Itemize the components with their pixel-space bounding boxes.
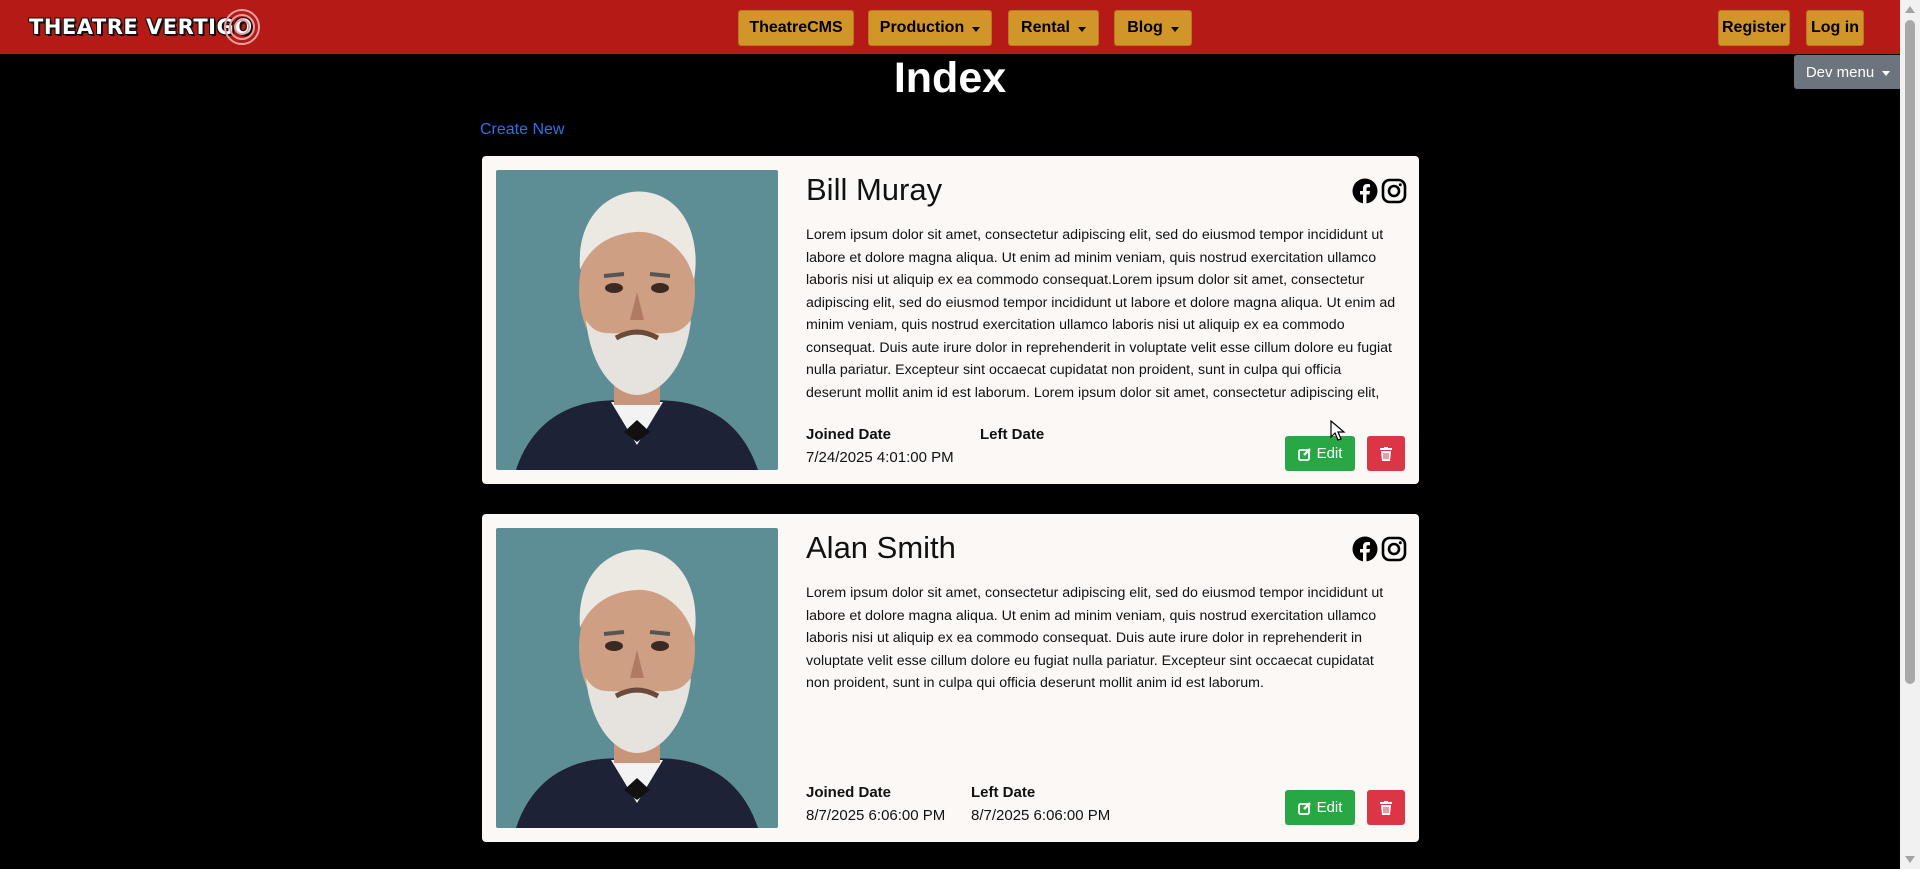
nav-rental-label: Rental	[1021, 19, 1070, 36]
portrait-image	[496, 528, 778, 828]
member-name: Alan Smith	[806, 530, 956, 565]
nav-theatrecms[interactable]: TheatreCMS	[738, 10, 854, 46]
edit-button[interactable]: Edit	[1285, 790, 1355, 825]
trash-icon	[1380, 800, 1392, 815]
login-label: Log in	[1811, 19, 1859, 36]
trash-icon	[1380, 446, 1392, 461]
left-date-label: Left Date	[980, 426, 1045, 443]
member-portrait	[496, 170, 778, 470]
scroll-thumb[interactable]	[1905, 20, 1915, 684]
navbar: THEATRE VERTIGO TheatreCMS Production Re…	[0, 0, 1900, 54]
edit-icon	[1297, 447, 1311, 461]
nav-blog-label: Blog	[1127, 19, 1163, 36]
register-button[interactable]: Register	[1718, 10, 1790, 46]
logo-rings-icon	[223, 9, 260, 45]
left-date-label: Left Date	[971, 784, 1036, 801]
member-portrait	[496, 528, 778, 828]
nav-production-label: Production	[879, 19, 965, 36]
login-button[interactable]: Log in	[1806, 10, 1864, 46]
joined-date-value: 8/7/2025 6:06:00 PM	[806, 807, 946, 824]
nav-theatrecms-label: TheatreCMS	[749, 19, 843, 36]
edit-icon	[1297, 801, 1311, 815]
joined-date-label: Joined Date	[806, 426, 892, 443]
delete-button[interactable]	[1367, 790, 1405, 825]
joined-date-label: Joined Date	[806, 784, 892, 801]
caret-down-icon	[1170, 26, 1179, 32]
left-date-value: 8/7/2025 6:06:00 PM	[971, 807, 1111, 824]
member-bio: Lorem ipsum dolor sit amet, consectetur …	[806, 227, 1396, 401]
caret-down-icon	[972, 26, 981, 32]
scroll-down-arrow-icon[interactable]	[1905, 856, 1915, 863]
page-title: Index	[893, 54, 1007, 102]
facebook-icon[interactable]	[1352, 536, 1378, 562]
portrait-image	[496, 170, 778, 470]
member-bio: Lorem ipsum dolor sit amet, consectetur …	[806, 585, 1384, 691]
scroll-up-arrow-icon[interactable]	[1905, 6, 1915, 13]
theatre-vertigo-logo[interactable]: THEATRE VERTIGO	[29, 9, 260, 45]
edit-label: Edit	[1316, 445, 1343, 462]
logo-text: THEATRE VERTIGO	[29, 15, 253, 39]
joined-date-value: 7/24/2025 4:01:00 PM	[806, 449, 954, 466]
nav-rental-dropdown[interactable]: Rental	[1008, 10, 1099, 46]
nav-blog-dropdown[interactable]: Blog	[1114, 10, 1192, 46]
facebook-icon[interactable]	[1352, 178, 1378, 204]
edit-label: Edit	[1316, 799, 1343, 816]
register-label: Register	[1721, 19, 1787, 36]
delete-button[interactable]	[1367, 436, 1405, 471]
member-card: Bill Muray Lorem ipsum dolor sit amet, c…	[482, 156, 1419, 484]
create-new-link[interactable]: Create New	[480, 121, 564, 139]
member-name: Bill Muray	[806, 172, 943, 207]
caret-down-icon	[1077, 26, 1086, 32]
instagram-icon[interactable]	[1381, 178, 1407, 204]
vertical-scrollbar[interactable]	[1900, 0, 1920, 869]
member-card: Alan Smith Lorem ipsum dolor sit amet, c…	[482, 514, 1419, 842]
nav-production-dropdown[interactable]: Production	[868, 10, 992, 46]
mouse-cursor-icon	[1330, 420, 1346, 441]
instagram-icon[interactable]	[1381, 536, 1407, 562]
